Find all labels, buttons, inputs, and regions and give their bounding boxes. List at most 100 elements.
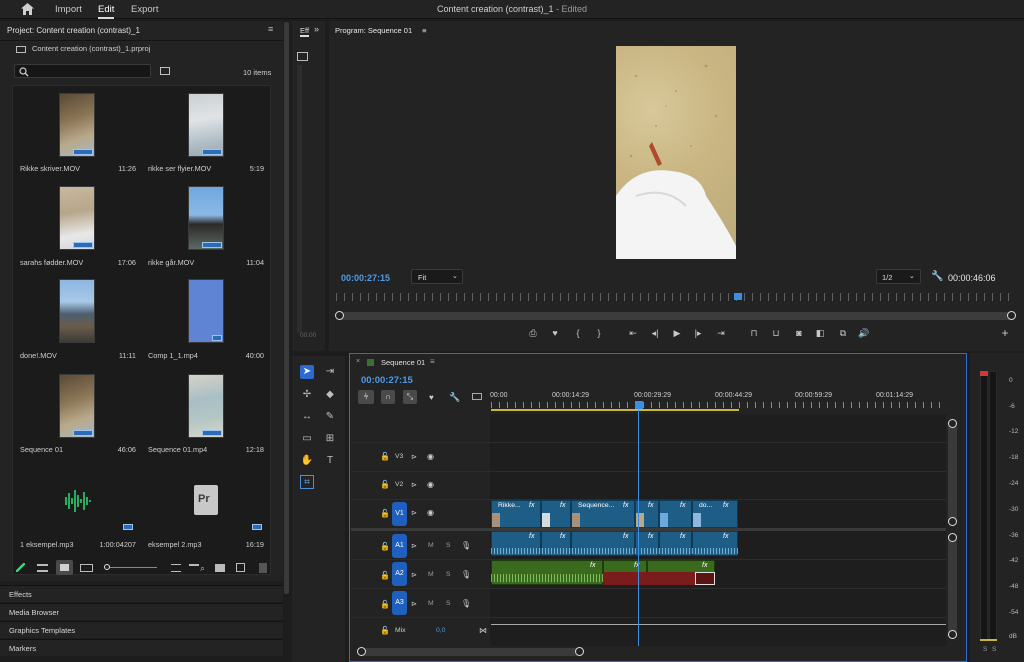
- volume-icon[interactable]: 🔊: [857, 327, 871, 339]
- zoom-handle-left[interactable]: [335, 311, 344, 320]
- timeline-ruler-ticks[interactable]: [491, 402, 941, 408]
- pen-icon[interactable]: ✎: [323, 410, 337, 424]
- panel-menu-icon[interactable]: ≡: [422, 26, 426, 35]
- automate-icon[interactable]: [189, 564, 199, 572]
- extract-icon[interactable]: ⊔: [769, 327, 783, 339]
- thumbnail-rikke-ser-flyier[interactable]: [188, 93, 224, 157]
- effect-controls-scroll[interactable]: [297, 65, 302, 333]
- zoom-handle-right[interactable]: [1007, 311, 1016, 320]
- clip-indicator[interactable]: [980, 371, 988, 376]
- new-bin-icon[interactable]: [160, 67, 170, 75]
- mute-button[interactable]: M: [428, 542, 434, 549]
- thumbnail-comp-1-1[interactable]: [188, 279, 224, 343]
- trash-icon[interactable]: [259, 563, 267, 573]
- solo-button[interactable]: S: [446, 571, 451, 578]
- camera-icon[interactable]: ◙: [792, 327, 806, 339]
- step-back-icon[interactable]: ◂|: [648, 327, 662, 339]
- track-target-v1[interactable]: V1: [392, 502, 407, 526]
- lock-icon[interactable]: 🔓: [380, 600, 390, 609]
- solo-button[interactable]: S: [992, 646, 996, 653]
- step-forward-icon[interactable]: |▸: [691, 327, 705, 339]
- tab-effect-controls[interactable]: Eff: [300, 26, 310, 37]
- program-playhead[interactable]: [734, 293, 742, 300]
- microphone-icon[interactable]: 🎙: [461, 599, 471, 608]
- tab-markers[interactable]: Markers: [0, 639, 283, 656]
- audio-clip-selected[interactable]: [695, 572, 715, 585]
- solo-button[interactable]: S: [446, 600, 451, 607]
- audio-clip-red[interactable]: [603, 572, 695, 585]
- find-icon[interactable]: ⌕: [200, 563, 205, 574]
- list-view-icon[interactable]: [37, 564, 48, 572]
- scroll-handle-top[interactable]: [948, 533, 957, 542]
- scroll-handle-top[interactable]: [948, 419, 957, 428]
- eye-icon[interactable]: ◉: [427, 452, 434, 461]
- project-scrollbar[interactable]: [284, 22, 289, 594]
- microphone-icon[interactable]: 🎙: [461, 541, 471, 550]
- wrench-icon[interactable]: 🔧: [931, 271, 943, 282]
- pencil-icon[interactable]: [16, 563, 25, 572]
- lock-icon[interactable]: 🔓: [380, 571, 390, 580]
- slip-tool-icon[interactable]: ↔: [300, 410, 314, 424]
- lock-icon[interactable]: 🔓: [380, 452, 390, 461]
- video-clip[interactable]: do... fx: [692, 500, 738, 528]
- program-time-ruler[interactable]: [336, 293, 1016, 301]
- panel-menu-icon[interactable]: ≡: [268, 24, 273, 34]
- audio-waveform-icon[interactable]: [60, 487, 94, 515]
- multi-camera-icon[interactable]: ⧉: [836, 327, 850, 339]
- razor-icon[interactable]: ◆: [323, 388, 337, 402]
- mark-in-icon[interactable]: {: [571, 327, 585, 339]
- nav-import[interactable]: Import: [55, 0, 82, 19]
- thumbnail-sequence-01[interactable]: [59, 374, 95, 438]
- tab-graphics-templates[interactable]: Graphics Templates: [0, 621, 283, 638]
- scroll-handle-right[interactable]: [575, 647, 584, 656]
- nav-edit[interactable]: Edit: [98, 0, 115, 19]
- linked-selection-icon[interactable]: ⤡: [403, 390, 417, 404]
- tab-media-browser[interactable]: Media Browser: [0, 603, 283, 620]
- track-target-a2[interactable]: A2: [392, 562, 407, 586]
- mix-end-icon[interactable]: ⋈: [479, 626, 487, 635]
- frame-tool-icon[interactable]: ⊞: [323, 432, 337, 446]
- sync-lock-icon[interactable]: ⊳: [411, 481, 417, 489]
- selection-tool-icon[interactable]: ➤: [300, 365, 314, 379]
- close-icon[interactable]: ×: [356, 358, 360, 365]
- play-icon[interactable]: ▶: [670, 327, 684, 339]
- thumbnail-done[interactable]: [59, 279, 95, 343]
- comparison-view-icon[interactable]: ◧: [813, 327, 827, 339]
- scroll-handle-bottom[interactable]: [948, 630, 957, 639]
- export-frame-icon[interactable]: ⎙: [526, 327, 540, 339]
- ripple-edit-icon[interactable]: ✢: [300, 388, 314, 402]
- mute-button[interactable]: M: [428, 571, 434, 578]
- timeline-timecode[interactable]: 00:00:27:15: [361, 375, 413, 386]
- lock-icon[interactable]: 🔓: [380, 509, 390, 518]
- zoom-slider-handle[interactable]: [104, 564, 110, 570]
- video-clip[interactable]: fx: [659, 500, 692, 528]
- search-input[interactable]: [14, 64, 151, 78]
- scroll-handle-left[interactable]: [357, 647, 366, 656]
- sort-icon[interactable]: [171, 564, 181, 572]
- thumbnail-rikke-gar[interactable]: [188, 186, 224, 250]
- timeline-horizontal-scrollbar[interactable]: [357, 647, 584, 656]
- overflow-tabs-icon[interactable]: »: [314, 24, 319, 34]
- mix-value[interactable]: 0,0: [436, 627, 445, 634]
- timeline-playhead-handle[interactable]: [635, 401, 643, 409]
- lock-icon[interactable]: 🔓: [380, 626, 390, 635]
- add-marker-icon[interactable]: ♥: [429, 393, 434, 402]
- sync-lock-icon[interactable]: ⊳: [411, 600, 417, 608]
- type-tool-icon[interactable]: T: [323, 454, 337, 468]
- video-clip[interactable]: Sequence... fx: [571, 500, 635, 528]
- tab-effects[interactable]: Effects: [0, 585, 283, 602]
- scroll-handle-bottom[interactable]: [948, 517, 957, 526]
- premiere-file-icon[interactable]: Pr: [194, 485, 218, 515]
- program-timecode[interactable]: 00:00:27:15: [341, 273, 390, 283]
- new-item-icon[interactable]: [236, 563, 245, 572]
- sync-lock-icon[interactable]: ⊳: [411, 571, 417, 579]
- icon-view-icon[interactable]: [56, 560, 73, 575]
- wrench-icon[interactable]: 🔧: [449, 392, 460, 403]
- work-area-bar[interactable]: [491, 409, 739, 411]
- track-target-a3[interactable]: A3: [392, 591, 407, 615]
- snap-icon[interactable]: ⫩: [358, 390, 374, 404]
- eye-icon[interactable]: ◉: [427, 508, 434, 517]
- freeform-view-icon[interactable]: [80, 564, 93, 572]
- rectangle-tool-icon[interactable]: ▭: [300, 432, 314, 446]
- thumbnail-sarahs-fodder[interactable]: [59, 186, 95, 250]
